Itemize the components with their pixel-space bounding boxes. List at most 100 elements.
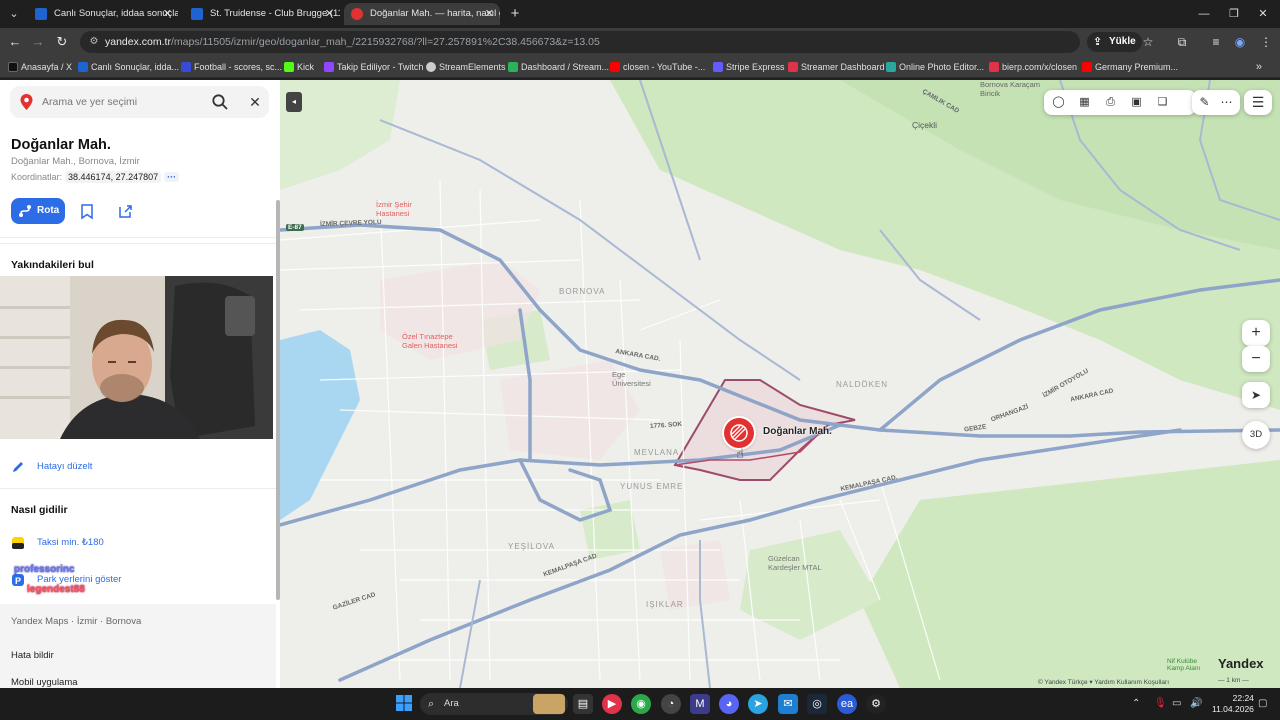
- search-input[interactable]: Arama ve yer seçimi: [42, 86, 137, 118]
- windows-start-icon[interactable]: [396, 695, 412, 711]
- ruler-icon[interactable]: ✎: [1196, 94, 1213, 111]
- file-explorer-icon[interactable]: ▤: [573, 694, 593, 714]
- minimize-button[interactable]: —: [1187, 0, 1221, 28]
- chrome-icon[interactable]: ◉: [631, 694, 651, 714]
- place-marker-label: Doğanlar Mah.: [763, 426, 832, 437]
- mail-icon[interactable]: ✉: [778, 694, 798, 714]
- map-menu-button[interactable]: ☰: [1244, 90, 1272, 115]
- steam-icon[interactable]: ◎: [807, 694, 827, 714]
- stream-chat-username: legendest88: [27, 584, 85, 595]
- notifications-icon[interactable]: ▢: [1258, 688, 1267, 720]
- edit-error-link[interactable]: Hatayı düzelt: [11, 461, 92, 472]
- back-button[interactable]: ←: [5, 32, 25, 52]
- tab-doganlar-mah[interactable]: Doğanlar Mah. — harita, nasıl g ✕: [344, 3, 500, 25]
- media-player-icon[interactable]: ▶: [602, 694, 622, 714]
- widget-icon[interactable]: [533, 694, 565, 714]
- network-icon[interactable]: ▭: [1172, 688, 1181, 720]
- ea-icon[interactable]: ea: [837, 694, 857, 714]
- bookmark-item[interactable]: Takip Ediliyor - Twitch: [324, 56, 423, 78]
- bookmark-star-icon[interactable]: ☆: [1138, 32, 1158, 52]
- tab-favicon: [35, 8, 47, 20]
- 3d-toggle-button[interactable]: 3D: [1242, 421, 1270, 449]
- search-box[interactable]: Arama ve yer seçimi ✕: [10, 86, 269, 118]
- report-error-link[interactable]: Hata bildir: [11, 650, 54, 661]
- new-tab-button[interactable]: +: [505, 4, 525, 24]
- clear-search-icon[interactable]: ✕: [246, 93, 264, 111]
- bookmark-item[interactable]: Streamer Dashboard: [788, 56, 885, 78]
- settings-icon[interactable]: ⚙: [866, 694, 886, 714]
- photo-editor-icon: [886, 62, 896, 72]
- tab-close-icon[interactable]: ✕: [485, 3, 494, 25]
- breadcrumb[interactable]: Yandex Maps · İzmir · Bornova: [11, 616, 141, 627]
- site-info-icon[interactable]: ⚙: [86, 34, 102, 50]
- tab-canli-sonuclar[interactable]: Canlı Sonuçlar, iddaa sonuçları ✕: [28, 3, 178, 25]
- route-label: Rota: [37, 205, 60, 216]
- media-controls-icon[interactable]: ≡: [1206, 32, 1226, 52]
- collapse-panel-button[interactable]: ◂: [286, 92, 302, 112]
- transit-icon[interactable]: ▣: [1128, 94, 1145, 111]
- share-button[interactable]: [110, 198, 140, 224]
- m-app-icon[interactable]: M: [690, 694, 710, 714]
- bookmark-item[interactable]: StreamElements: [426, 56, 506, 78]
- bookmark-label: Online Photo Editor...: [899, 62, 985, 72]
- kick-icon: [284, 62, 294, 72]
- bookmarks-overflow-icon[interactable]: »: [1256, 56, 1262, 78]
- bookmark-item[interactable]: Germany Premium...: [1082, 56, 1178, 78]
- coordinates-more-icon[interactable]: ···: [164, 172, 180, 182]
- map-label-isiklar: IŞIKLAR: [646, 600, 684, 609]
- forward-button[interactable]: →: [28, 32, 48, 52]
- route-button[interactable]: Rota: [11, 198, 65, 224]
- tab-st-truidense[interactable]: St. Truidense - Club Brugge (11. ✕: [184, 3, 340, 25]
- tab-close-icon[interactable]: ✕: [325, 3, 334, 25]
- reload-button[interactable]: ↻: [52, 32, 72, 52]
- extensions-icon[interactable]: ⧉: [1172, 32, 1192, 52]
- microphone-icon[interactable]: 🎙: [1154, 688, 1167, 720]
- bookmark-item[interactable]: Online Photo Editor...: [886, 56, 984, 78]
- bookmark-item[interactable]: bierp.com/x/closen: [989, 56, 1077, 78]
- map-label-izmir-sehir-hastanesi: İzmir Şehir Hastanesi: [376, 200, 412, 218]
- upload-button[interactable]: ⇪ Yükle: [1087, 32, 1142, 52]
- more-tools-icon[interactable]: ⋯: [1218, 94, 1235, 111]
- green-area: [860, 460, 1280, 688]
- bookmark-item[interactable]: Kick: [284, 56, 314, 78]
- bookmark-button[interactable]: [72, 198, 102, 224]
- profile-icon[interactable]: ◉: [1230, 32, 1250, 52]
- telegram-icon[interactable]: ➤: [748, 694, 768, 714]
- map-attribution[interactable]: © Yandex Türkçe ▾ Yardım Kullanım Koşull…: [1038, 678, 1169, 686]
- zoom-out-button[interactable]: −: [1242, 346, 1270, 372]
- clock-time: 22:24: [1232, 693, 1254, 703]
- bookmark-item[interactable]: Anasayfa / X: [8, 56, 72, 78]
- search-icon[interactable]: [211, 93, 229, 111]
- address-bar[interactable]: ⚙ yandex.com.tr/maps/11505/izmir/geo/dog…: [80, 31, 1080, 53]
- browser-menu-icon[interactable]: ⋮: [1256, 32, 1276, 52]
- taxi-link[interactable]: Taksi min. ₺180: [11, 537, 104, 549]
- obs-icon[interactable]: ◔: [661, 694, 681, 714]
- place-marker[interactable]: [724, 418, 754, 448]
- webcam-overlay: [0, 276, 273, 439]
- url-text[interactable]: yandex.com.tr/maps/11505/izmir/geo/dogan…: [105, 31, 600, 53]
- bookmark-item[interactable]: Canlı Sonuçlar, idda...: [78, 56, 179, 78]
- taxi-label: Taksi min. ₺180: [37, 537, 104, 548]
- system-clock[interactable]: 22:24 11.04.2026: [1212, 693, 1254, 715]
- coordinates-value[interactable]: 38.446174, 27.247807: [65, 171, 162, 183]
- layers-icon[interactable]: ❏: [1154, 94, 1171, 111]
- map-canvas[interactable]: ◂ BORNOVA MEVLANA YUNUS EMRE YEŞİLOVA IŞ…: [280, 80, 1280, 688]
- map-label-kamp: Nif Kulübe Kamp Alanı: [1167, 658, 1201, 672]
- discord-icon[interactable]: ◕: [719, 694, 739, 714]
- camera-icon[interactable]: ⎙: [1102, 94, 1119, 111]
- volume-icon[interactable]: 🔊: [1190, 688, 1202, 720]
- close-window-button[interactable]: ✕: [1246, 0, 1280, 28]
- panorama-icon[interactable]: ◯: [1050, 94, 1067, 111]
- tray-overflow-icon[interactable]: ⌃: [1132, 688, 1140, 720]
- mobile-app-link[interactable]: Mobil uygulama: [11, 677, 78, 688]
- tab-search-button[interactable]: ⌄: [4, 4, 24, 24]
- map-type-icon[interactable]: ▦: [1076, 94, 1093, 111]
- zoom-in-button[interactable]: +: [1242, 320, 1270, 346]
- bookmark-item[interactable]: Stripe Express: [713, 56, 785, 78]
- bookmark-item[interactable]: Football - scores, sc...: [181, 56, 282, 78]
- tab-close-icon[interactable]: ✕: [163, 3, 172, 25]
- locate-me-button[interactable]: ➤: [1242, 382, 1270, 408]
- bookmark-item[interactable]: closen - YouTube -...: [610, 56, 705, 78]
- streamer-dashboard-icon: [788, 62, 798, 72]
- bookmark-item[interactable]: Dashboard / Stream...: [508, 56, 609, 78]
